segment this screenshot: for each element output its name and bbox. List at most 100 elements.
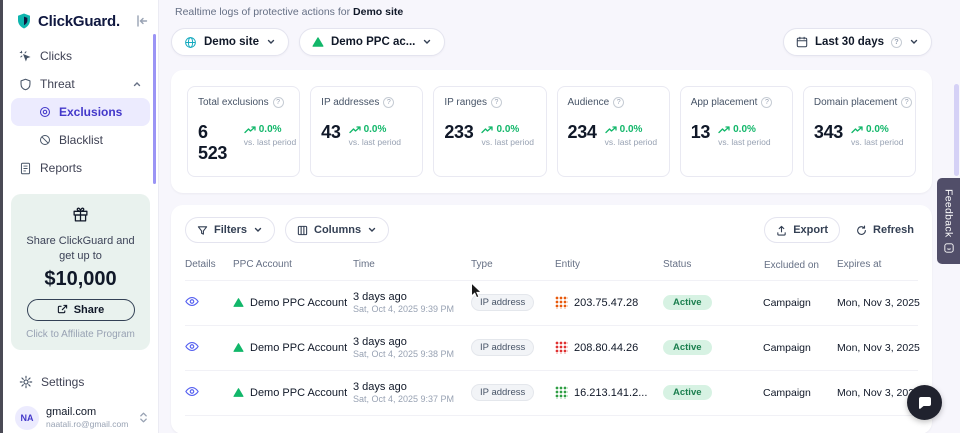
column-header-details: Details [185, 259, 233, 270]
ppc-account-filter-value: Demo PPC ac... [331, 36, 415, 48]
type-badge: IP address [471, 384, 534, 401]
date-range-value: Last 30 days [815, 36, 884, 48]
stat-card-domain-placement: Domain placement? 343 0.0% vs. last peri… [803, 86, 916, 177]
table-row[interactable]: Demo PPC Account 3 days agoSat, Oct 4, 2… [185, 370, 918, 415]
stat-compare: vs. last period [605, 137, 657, 147]
calendar-icon [796, 36, 808, 48]
sidebar-collapse-icon[interactable] [136, 15, 148, 27]
stat-value: 13 [691, 122, 710, 143]
stat-trend-value: 0.0% [620, 124, 643, 135]
ppc-account-icon [233, 342, 244, 353]
stat-label: Audience [568, 97, 610, 108]
main-content: Realtime logs of protective actions for … [159, 0, 960, 433]
column-header-entity: Entity [555, 259, 663, 270]
type-badge: IP address [471, 294, 534, 311]
info-icon[interactable]: ? [491, 97, 502, 108]
table-row[interactable]: Demo PPC Account 3 days agoSat, Oct 4, 2… [185, 280, 918, 325]
refresh-button-label: Refresh [873, 224, 914, 236]
sidebar-item-settings[interactable]: Settings [11, 368, 150, 396]
sidebar: ClickGuard. Clicks Threat [3, 0, 159, 433]
share-button[interactable]: Share [27, 299, 135, 321]
info-icon[interactable]: ? [761, 97, 772, 108]
sidebar-scrollbar[interactable] [153, 34, 156, 184]
filters-button[interactable]: Filters [185, 217, 275, 243]
details-eye-icon[interactable] [185, 296, 199, 307]
page-scrollbar[interactable] [954, 84, 959, 176]
globe-icon [184, 36, 197, 49]
table-header-row: Details PPC Account Time Type Entity Sta… [185, 255, 918, 280]
sidebar-item-label: Exclusions [59, 105, 122, 119]
refresh-button[interactable]: Refresh [852, 217, 918, 243]
trend-up-icon [481, 126, 493, 134]
stat-value: 233 [444, 122, 473, 143]
stat-trend-value: 0.0% [496, 124, 519, 135]
gift-icon [72, 206, 89, 223]
page-subtitle: Realtime logs of protective actions for … [175, 6, 932, 18]
excluded-on-value: Campaign [763, 297, 825, 309]
site-filter-dropdown[interactable]: Demo site [171, 28, 289, 56]
details-eye-icon[interactable] [185, 386, 199, 397]
info-icon[interactable]: ? [901, 97, 912, 108]
share-button-label: Share [74, 304, 105, 316]
sidebar-item-blacklist[interactable]: Blacklist [11, 126, 150, 154]
sidebar-nav: Clicks Threat Exclusions [3, 40, 158, 182]
funnel-icon [197, 225, 208, 236]
entity-identicon [555, 296, 568, 309]
ppc-account-icon [233, 297, 244, 308]
promo-amount: $10,000 [21, 268, 140, 291]
info-icon[interactable]: ? [613, 97, 624, 108]
subtitle-site-name: Demo site [353, 6, 403, 18]
info-icon[interactable]: ? [383, 97, 394, 108]
expires-at-value: Mon, Nov 3, 2025 [825, 297, 920, 309]
time-relative: 3 days ago [353, 290, 471, 304]
sidebar-item-threat[interactable]: Threat [11, 70, 150, 98]
stat-trend-value: 0.0% [866, 124, 889, 135]
stat-compare: vs. last period [349, 137, 401, 147]
stat-value: 343 [814, 122, 843, 143]
chat-launcher-button[interactable] [907, 385, 942, 420]
stat-card-ip-ranges: IP ranges? 233 0.0% vs. last period [433, 86, 546, 177]
shield-icon [19, 78, 32, 91]
subtitle-text: Realtime logs of protective actions for [175, 6, 350, 18]
columns-button-label: Columns [314, 224, 361, 236]
time-absolute: Sat, Oct 4, 2025 9:38 PM [353, 349, 471, 361]
sidebar-item-exclusions[interactable]: Exclusions [11, 98, 150, 126]
table-toolbar: Filters Columns Export Refresh [185, 217, 918, 243]
stat-card-total-exclusions: Total exclusions? 6 523 0.0% vs. last pe… [187, 86, 300, 177]
chevron-down-icon [909, 37, 919, 47]
exclusions-icon [39, 106, 51, 118]
column-header-status: Status [663, 259, 763, 270]
info-icon[interactable]: ? [891, 37, 902, 48]
brand-name: ClickGuard. [38, 13, 120, 30]
trend-up-icon [605, 126, 617, 134]
sidebar-item-reports[interactable]: Reports [11, 154, 150, 182]
details-eye-icon[interactable] [185, 341, 199, 352]
account-switcher[interactable]: NA gmail.com naatali.ro@gmail.com [3, 396, 158, 433]
reports-document-icon [19, 162, 32, 175]
stat-card-audience: Audience? 234 0.0% vs. last period [557, 86, 670, 177]
date-range-dropdown[interactable]: Last 30 days ? [783, 28, 932, 56]
info-icon[interactable]: ? [273, 97, 284, 108]
stats-panel: Total exclusions? 6 523 0.0% vs. last pe… [171, 70, 932, 193]
avatar: NA [15, 406, 39, 430]
columns-button[interactable]: Columns [285, 217, 389, 243]
exclusions-table-panel: Filters Columns Export Refresh [171, 205, 932, 433]
stat-compare: vs. last period [481, 137, 533, 147]
ppc-account-name: Demo PPC Account [250, 297, 347, 309]
trend-up-icon [244, 126, 256, 134]
logo-row: ClickGuard. [3, 0, 158, 40]
table-row[interactable]: Demo PPC Account 3 days agoSat, Oct 4, 2… [185, 325, 918, 370]
export-button[interactable]: Export [764, 217, 840, 243]
sidebar-item-clicks[interactable]: Clicks [11, 42, 150, 70]
excluded-on-value: Campaign [763, 387, 825, 399]
app-window: ClickGuard. Clicks Threat [0, 0, 960, 433]
feedback-tab[interactable]: Feedback [937, 178, 960, 264]
status-badge: Active [663, 295, 712, 310]
column-header-excluded-on: Excluded on [763, 259, 825, 272]
excluded-on-value: Campaign [763, 342, 825, 354]
affiliate-program-link[interactable]: Click to Affiliate Program [21, 329, 140, 340]
column-header-expires-at: Expires at [825, 259, 918, 270]
stat-label: IP addresses [321, 97, 379, 108]
trend-up-icon [851, 126, 863, 134]
ppc-account-filter-dropdown[interactable]: Demo PPC ac... [299, 28, 445, 56]
